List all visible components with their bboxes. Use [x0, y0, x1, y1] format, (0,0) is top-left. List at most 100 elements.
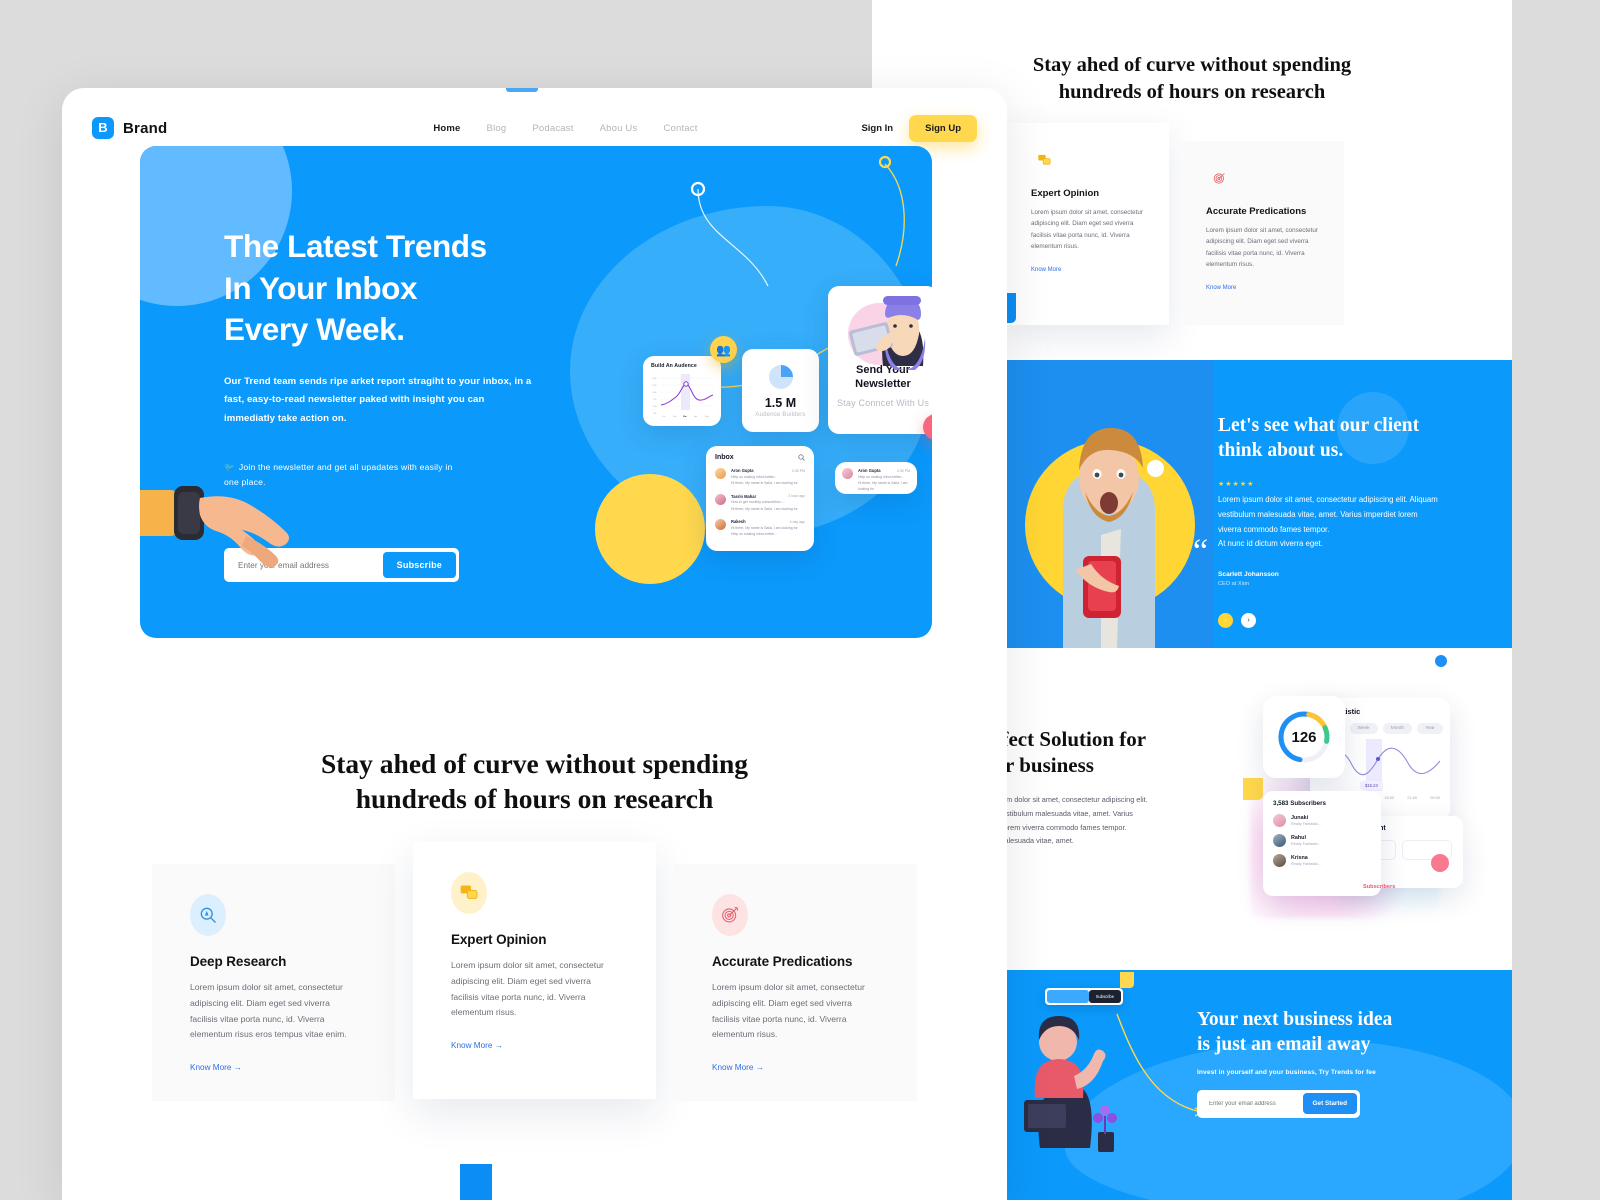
get-started-button[interactable]: Get Started — [1302, 1093, 1357, 1115]
testimonial-role: CEO at Xion — [1218, 581, 1250, 588]
gauge-card: 126 — [1263, 696, 1345, 778]
subscriber-name: Rahul — [1291, 835, 1306, 841]
brand-name: Brand — [123, 119, 168, 137]
gauge-ring — [1278, 711, 1330, 763]
floating-subscribe-widget[interactable]: Subscribe — [1045, 988, 1123, 1005]
tab-week[interactable]: Week — [1349, 723, 1378, 734]
feature-card-preview[interactable]: Expert Opinion Lorem ipsum dolor sit ame… — [1007, 123, 1169, 326]
sign-up-button[interactable]: Sign Up — [909, 114, 977, 142]
know-more-link[interactable]: Know More → — [712, 1063, 764, 1072]
audience-stat-card: 1.5 M Audence Builders — [742, 349, 819, 432]
cta-content: Your next business idea is just an email… — [1197, 1008, 1497, 1118]
avatar — [1273, 834, 1286, 847]
subscribers-label: Subscribers — [1363, 884, 1396, 890]
svg-text:100k: 100k — [652, 392, 658, 394]
tab-month[interactable]: Month — [1382, 723, 1413, 734]
chart-tooltip: $15.23 — [1360, 781, 1383, 790]
newsletter-character-illustration — [848, 296, 926, 370]
svg-text:May: May — [705, 416, 710, 418]
nav-item-about-us[interactable]: Abou Us — [600, 123, 638, 134]
send-newsletter-subtitle: Stay Conncet With Us — [836, 398, 930, 409]
know-more-label: Know More — [190, 1062, 232, 1072]
axis-tick: 18:00 — [1384, 795, 1395, 800]
nav-item-blog[interactable]: Blog — [487, 123, 507, 134]
quote-mark-icon: “ — [1193, 532, 1209, 570]
subscribe-button[interactable]: Subscribe — [382, 552, 456, 578]
know-more-link[interactable]: Know More — [1206, 285, 1236, 291]
feature-card-preview[interactable]: Accurate Predications Lorem ipsum dolor … — [1182, 141, 1344, 326]
send-newsletter-card: Send Your Newsletter Stay Conncet With U… — [828, 286, 932, 434]
nav-item-contact[interactable]: Contact — [663, 123, 697, 134]
subscriber-row: Junaki Really Fantastic... — [1273, 814, 1371, 827]
know-more-link[interactable]: Know More → — [190, 1063, 242, 1072]
feature-card-expert-opinion[interactable]: Expert Opinion Lorem ipsum dolor sit ame… — [413, 842, 656, 1099]
notification-badge — [1431, 854, 1449, 872]
right-gutter — [1512, 0, 1600, 1200]
know-more-label: Know More — [712, 1062, 754, 1072]
hero-copy: The Latest Trends In Your Inbox Every We… — [224, 226, 564, 490]
testimonial-carousel-nav[interactable]: ‹ › — [1218, 613, 1508, 629]
message-sender: Aron Gupta — [858, 468, 881, 473]
subscribers-card: 3,583 Subscribers Junaki Really Fantasti… — [1263, 791, 1381, 896]
inbox-message-row[interactable]: Aron Gupta 2:30 PM Help us making inbox … — [715, 468, 805, 487]
feature-card-accurate-predications[interactable]: Accurate Predications Lorem ipsum dolor … — [674, 864, 917, 1101]
tab-year[interactable]: Year — [1417, 723, 1443, 734]
feature-card-body: Lorem ipsum dolor sit amet, consectetur … — [1206, 227, 1318, 268]
subscriber-name: Krisna — [1291, 855, 1308, 861]
subscribers-count: 3,583 Subscribers — [1273, 800, 1326, 807]
search-icon[interactable] — [798, 454, 805, 461]
message-time: 2:30 PM — [896, 468, 910, 473]
feature-body: Lorem ipsum dolor sit amet, consectetur … — [190, 982, 347, 1040]
rating-stars: ★★★★★ — [1218, 480, 1255, 488]
feature-title: Accurate Predications — [712, 954, 853, 970]
know-more-label: Know More — [451, 1040, 493, 1050]
avatar — [842, 468, 853, 479]
svg-text:Mar: Mar — [683, 416, 687, 418]
cta-signup-form[interactable]: Get Started — [1197, 1089, 1360, 1118]
inbox-message-row[interactable]: Tasrin Mahar 2 hour ago How to get month… — [715, 493, 805, 513]
message-preview: Hi there, My name is Salia, I am looking… — [731, 481, 798, 486]
feature-card-body: Lorem ipsum dolor sit amet, consectetur … — [1031, 209, 1143, 250]
target-dart-icon — [1206, 163, 1232, 193]
sign-in-link[interactable]: Sign In — [861, 123, 893, 134]
subscriber-note: Really Fantastic... — [1291, 862, 1322, 866]
avatar — [715, 493, 726, 505]
cta-email-input[interactable] — [1200, 1100, 1303, 1107]
svg-text:Feb: Feb — [673, 416, 678, 418]
message-subject: How to get monthly subscribtion.... — [731, 500, 785, 504]
floating-subscribe-button[interactable]: Subscribe — [1088, 990, 1121, 1003]
svg-text:150k: 150k — [652, 385, 658, 387]
hand-illustration — [140, 468, 300, 578]
features-title: Stay ahed of curve without spending hund… — [320, 748, 749, 815]
testimonial-content: Let's see what our client think about us… — [1193, 414, 1508, 629]
research-magnifier-icon — [190, 894, 226, 937]
avatar — [1273, 814, 1286, 827]
chat-bubbles-icon — [1031, 145, 1057, 175]
message-preview: Hi there, My name is Salia, I am looking… — [858, 481, 908, 491]
svg-text:Jan: Jan — [662, 416, 666, 418]
chevron-left-icon[interactable]: ‹ — [1218, 613, 1233, 629]
floating-message-card: Aron Gupta 2:30 PM Help us making inbox … — [835, 462, 917, 494]
feature-card-deep-research[interactable]: Deep Research Lorem ipsum dolor sit amet… — [152, 864, 395, 1101]
feature-body: Lorem ipsum dolor sit amet, consectetur … — [712, 982, 865, 1040]
avatar — [715, 468, 726, 479]
know-more-link[interactable]: Know More → — [451, 1041, 503, 1050]
svg-text:50k: 50k — [653, 406, 657, 408]
panel-cta: Subscribe Your next business idea is jus… — [1005, 970, 1512, 1200]
panel-solution: Perfect Solution for Your business Lorem… — [1005, 648, 1512, 970]
message-preview: Help us making inbox better... — [731, 532, 778, 537]
audience-stat-label: Audence Builders — [755, 412, 806, 418]
message-sender: Aron Gupta — [731, 468, 754, 473]
feature-card-title: Accurate Predications — [1206, 206, 1307, 218]
nav-item-podcast[interactable]: Podacast — [532, 123, 573, 134]
nav-item-home[interactable]: Home — [433, 123, 460, 134]
decorative-blue-dot — [1435, 655, 1447, 667]
brand-logo-group[interactable]: B Brand — [92, 117, 167, 139]
build-audience-card: Build An Audence 200k 150k 100k 75k 50k 25 — [643, 356, 721, 426]
avatar — [1273, 854, 1286, 867]
chevron-right-icon[interactable]: › — [1241, 613, 1256, 629]
inbox-message-row[interactable]: Rakesh 4 day ago Hi there, My name is Sa… — [715, 519, 805, 538]
floating-email-field[interactable] — [1047, 990, 1089, 1003]
hero-section: The Latest Trends In Your Inbox Every We… — [140, 146, 932, 638]
know-more-link[interactable]: Know More — [1031, 267, 1061, 273]
